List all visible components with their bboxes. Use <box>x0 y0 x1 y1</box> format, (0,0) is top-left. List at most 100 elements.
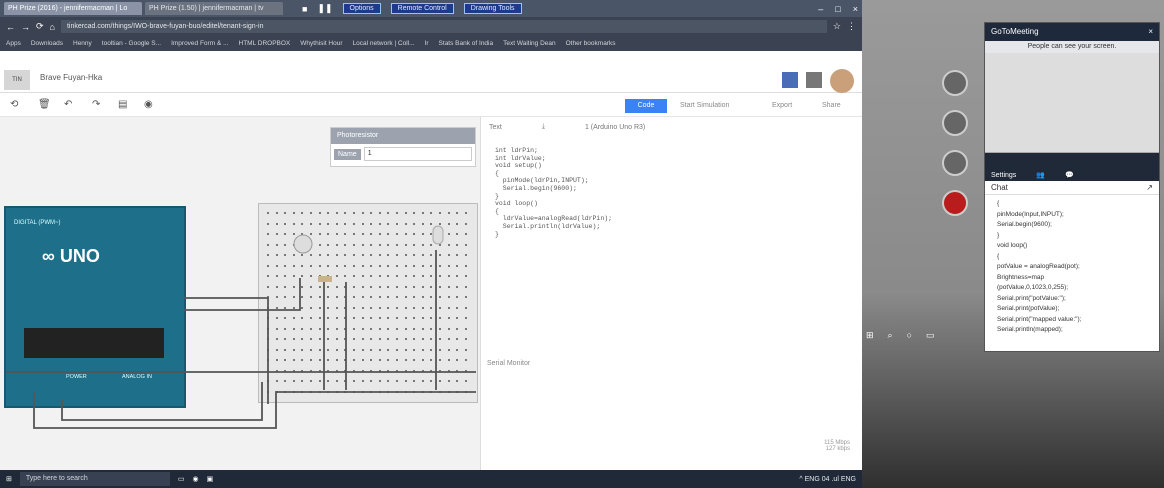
board-model: UNO <box>59 246 100 266</box>
back-icon[interactable]: ← <box>6 22 15 32</box>
bookmark-item[interactable]: Text Waiting Dean <box>503 40 556 47</box>
tinkercad-logo[interactable]: TIN <box>4 70 30 90</box>
breadboard-hole <box>430 233 433 235</box>
windows-icon[interactable]: ⊞ <box>866 330 874 341</box>
breadboard-hole <box>275 254 278 256</box>
serial-monitor-toggle[interactable]: Serial Monitor <box>487 360 530 367</box>
download-icon[interactable]: ⤓ <box>542 123 545 131</box>
breadboard-hole <box>464 254 467 256</box>
redo-icon[interactable]: ↷ <box>92 99 100 110</box>
breadboard-hole <box>318 338 321 340</box>
notes-icon[interactable]: ▤ <box>118 99 127 110</box>
breadboard-hole <box>353 264 355 267</box>
breadboard-hole <box>275 317 278 319</box>
leave-meeting-icon[interactable] <box>942 190 968 216</box>
breadboard-hole <box>430 222 433 225</box>
microphone-icon[interactable] <box>942 70 968 96</box>
breadboard-hole <box>267 296 269 298</box>
minimize-button[interactable]: – <box>818 4 823 14</box>
code-button[interactable]: Code <box>625 99 667 113</box>
search-icon[interactable]: ⌕ <box>888 330 893 341</box>
list-view-icon[interactable] <box>806 72 822 88</box>
share-button[interactable]: Share <box>822 102 841 109</box>
bookmark-item[interactable]: Improved Form & ... <box>171 40 228 47</box>
code-mode-select[interactable]: Text <box>489 124 502 131</box>
avatar[interactable] <box>830 69 854 93</box>
bookmark-item[interactable]: Other bookmarks <box>566 40 616 47</box>
home-icon[interactable]: ⌂ <box>50 22 55 32</box>
bookmark-item[interactable]: tooltian - Google S... <box>102 40 161 47</box>
webcam-icon[interactable] <box>942 110 968 136</box>
breadboard-hole <box>267 317 269 319</box>
arduino-board[interactable]: DIGITAL (PWM~) ∞ UNO POWER ANALOG IN <box>4 206 186 408</box>
task-view-icon[interactable]: ▭ <box>926 330 935 341</box>
breadboard-hole <box>361 327 364 330</box>
reload-icon[interactable]: ⟳ <box>36 21 44 32</box>
breadboard-hole <box>310 348 312 351</box>
project-name[interactable]: Brave Fuyan-Hka <box>40 73 102 82</box>
breadboard-hole <box>396 369 398 372</box>
bookmark-item[interactable]: Local network | Coll... <box>353 40 415 47</box>
bookmark-item[interactable]: Stats Bank of India <box>439 40 494 47</box>
options-menu[interactable]: Options <box>342 3 381 14</box>
url-field[interactable]: tinkercad.com/things/IWO-brave-fuyan-buo… <box>60 20 827 33</box>
system-tray: ^ ENG 04 .ul ENG <box>799 475 856 483</box>
meeting-title[interactable]: GoToMeeting <box>991 23 1039 41</box>
settings-tab[interactable]: Settings <box>991 172 1016 179</box>
pause-icon[interactable]: ❚❚ <box>317 3 332 14</box>
breadboard-hole <box>301 348 304 351</box>
board-select[interactable]: 1 (Arduino Uno R3) <box>585 124 645 131</box>
breadboard-hole <box>404 380 407 382</box>
bookmark-item[interactable]: HTML DROPBOX <box>239 40 291 47</box>
forward-icon[interactable]: → <box>21 22 30 32</box>
export-button[interactable]: Export <box>772 102 792 109</box>
screen-share-icon[interactable] <box>942 150 968 176</box>
breadboard-hole <box>404 285 407 288</box>
close-icon[interactable]: × <box>1148 23 1153 41</box>
star-icon[interactable]: ☆ <box>833 21 841 32</box>
breadboard-hole <box>301 306 304 309</box>
breadboard-hole <box>378 348 381 351</box>
meeting-header: GoToMeeting × <box>985 23 1159 41</box>
delete-icon[interactable]: 🗑 <box>38 99 51 110</box>
bookmark-item[interactable]: Ir <box>425 40 429 47</box>
taskbar-search[interactable]: Type here to search <box>19 472 170 486</box>
popout-icon[interactable]: ↗ <box>1146 183 1153 192</box>
breadboard-hole <box>456 327 459 330</box>
breadboard-hole <box>310 254 312 256</box>
breadboard-hole <box>327 212 330 214</box>
chat-icon[interactable]: 💬 <box>1065 171 1074 179</box>
breadboard-hole <box>396 275 398 277</box>
close-button[interactable]: × <box>853 4 858 14</box>
drawing-tools-menu[interactable]: Drawing Tools <box>463 3 522 14</box>
browser-tab-2[interactable]: PH Prize (1.50) | jennifermacman | tv <box>145 2 283 15</box>
bookmark-item[interactable]: Henny <box>73 40 92 47</box>
breadboard-hole <box>439 348 441 351</box>
browser-tab-1[interactable]: PH Prize (2016) - jennifermacman | Lo <box>4 2 142 15</box>
circuit-view-icon[interactable] <box>782 72 798 88</box>
rotate-icon[interactable]: ⟲ <box>10 99 18 110</box>
start-simulation-button[interactable]: Start Simulation <box>680 102 729 109</box>
breadboard-hole <box>378 369 381 372</box>
bookmark-item[interactable]: Whythisit Hour <box>300 40 342 47</box>
people-icon[interactable]: 👥 <box>1036 171 1045 179</box>
visibility-icon[interactable]: ◉ <box>144 99 153 110</box>
name-field[interactable]: 1 <box>363 147 472 161</box>
windows-start-icon[interactable]: ⊞ <box>6 475 12 483</box>
breadboard-hole <box>378 327 381 330</box>
bookmark-item[interactable]: Apps <box>6 40 21 47</box>
remote-control-menu[interactable]: Remote Control <box>390 3 454 14</box>
record-icon[interactable]: ○ <box>907 330 912 341</box>
chrome-icon[interactable]: ◉ <box>193 475 199 483</box>
breadboard[interactable] <box>258 203 478 403</box>
bookmark-item[interactable]: Downloads <box>31 40 63 47</box>
task-view-icon[interactable]: ▭ <box>178 475 185 483</box>
code-text[interactable]: int ldrPin; int ldrValue; void setup() {… <box>495 147 612 238</box>
menu-icon[interactable]: ⋮ <box>847 21 856 32</box>
breadboard-hole <box>413 254 416 256</box>
maximize-button[interactable]: □ <box>835 4 840 14</box>
stop-icon[interactable]: ■ <box>302 4 307 14</box>
explorer-icon[interactable]: ▣ <box>207 475 214 483</box>
breadboard-hole <box>267 275 269 277</box>
undo-icon[interactable]: ↶ <box>64 99 72 110</box>
